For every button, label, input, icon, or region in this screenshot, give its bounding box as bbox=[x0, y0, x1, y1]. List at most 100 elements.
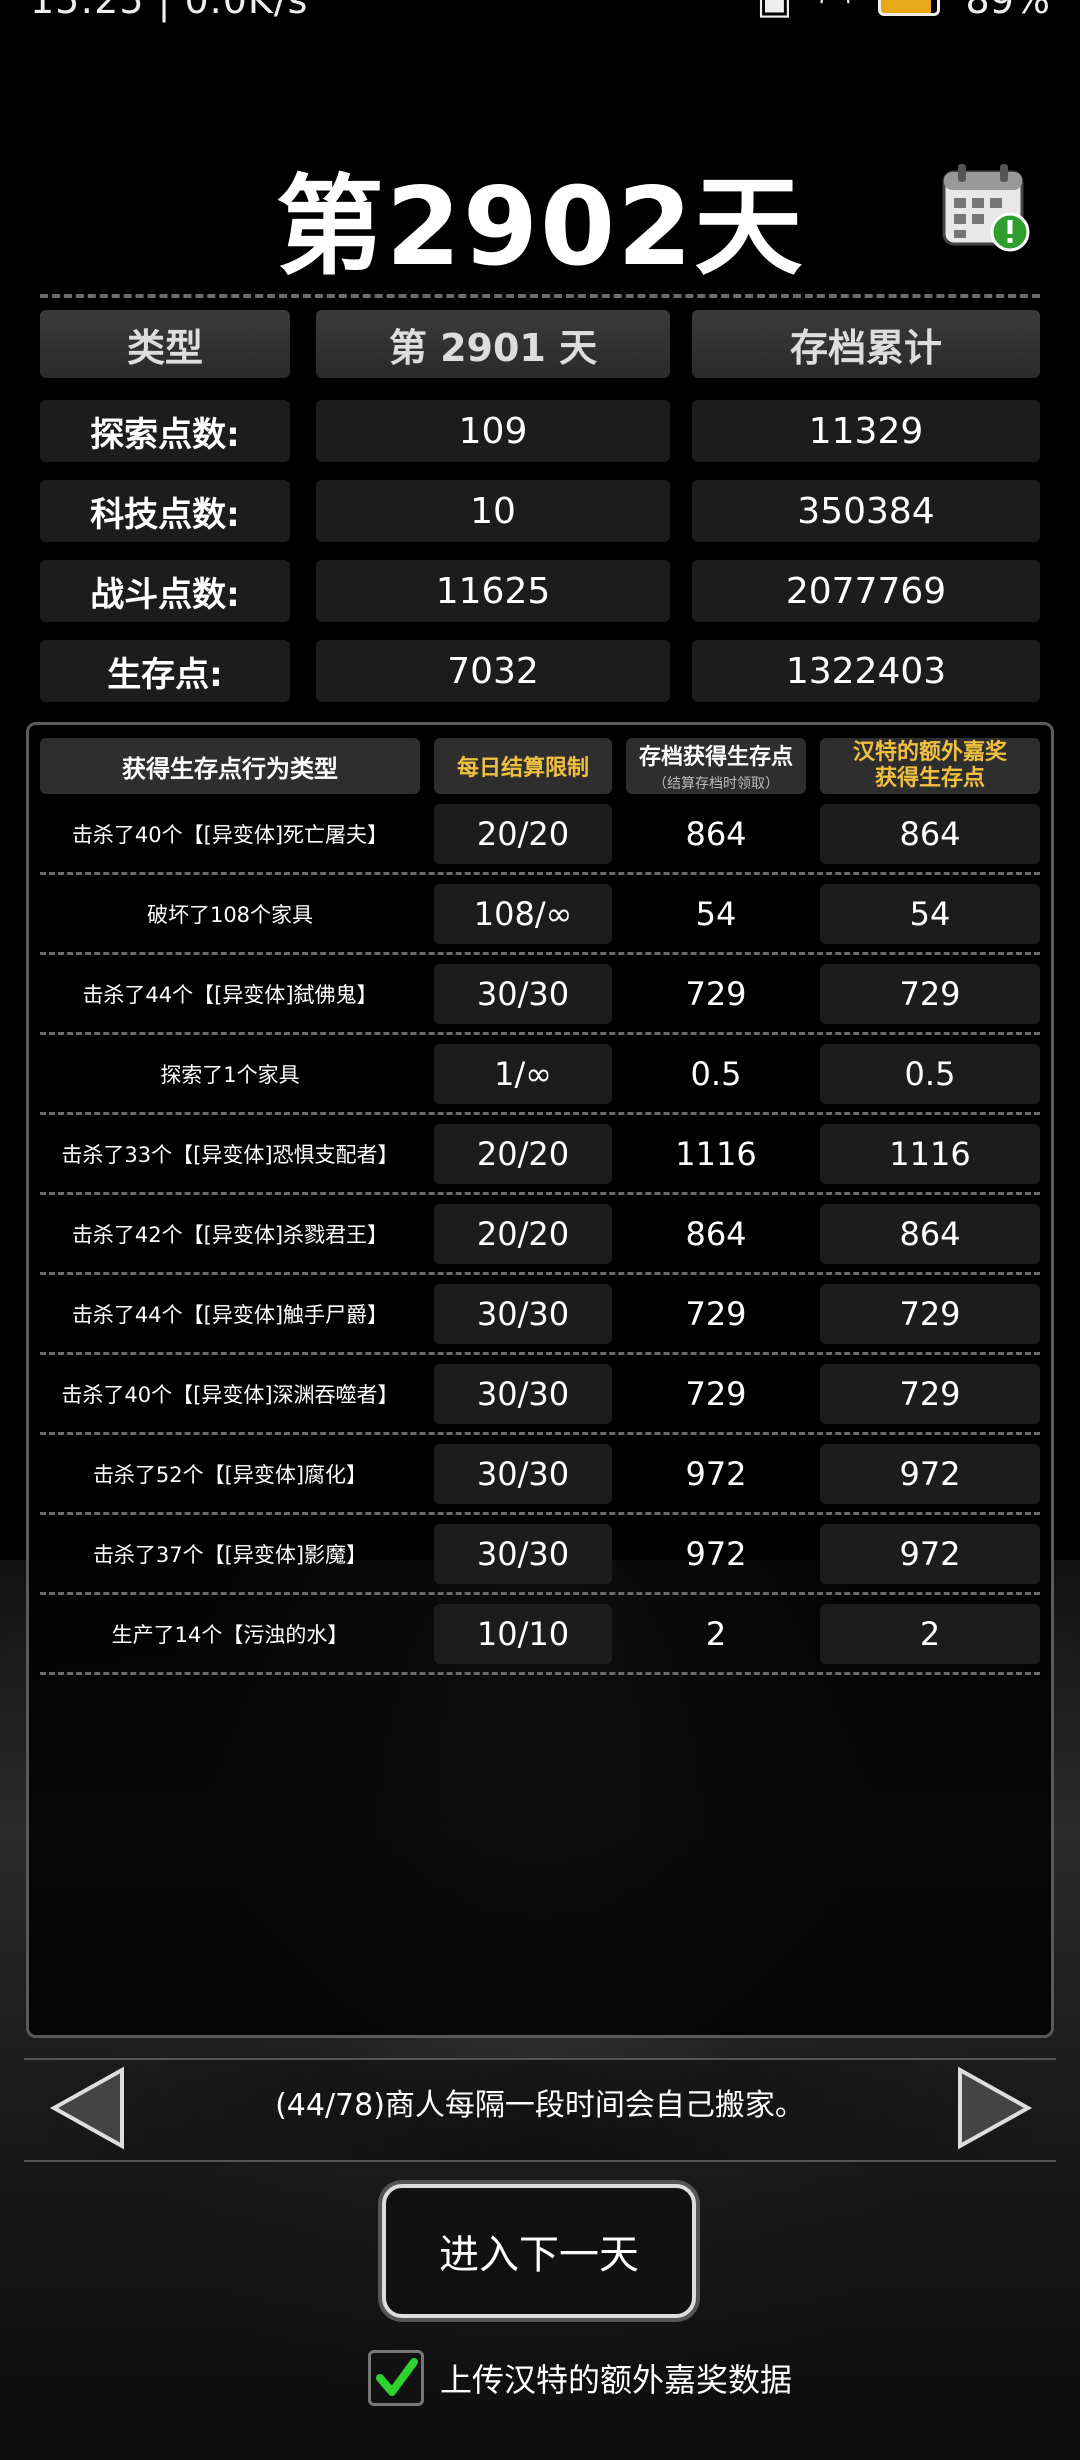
record-bonus: 0.5 bbox=[820, 1044, 1040, 1104]
row-divider bbox=[40, 952, 1040, 955]
record-action: 击杀了44个【[异变体]弑佛鬼】 bbox=[82, 983, 378, 1007]
record-bonus: 729 bbox=[820, 1364, 1040, 1424]
record-row: 击杀了44个【[异变体]弑佛鬼】 30/30 729 729 bbox=[40, 964, 1040, 1024]
record-limit: 10/10 bbox=[434, 1604, 612, 1664]
summary-total-value: 350384 bbox=[692, 480, 1040, 542]
record-row: 击杀了44个【[异变体]触手尸爵】 30/30 729 729 bbox=[40, 1284, 1040, 1344]
summary-label: 科技点数: bbox=[40, 480, 290, 542]
record-row: 破坏了108个家具 108/∞ 54 54 bbox=[40, 884, 1040, 944]
record-action: 击杀了52个【[异变体]腐化】 bbox=[92, 1463, 368, 1487]
record-action: 生产了14个【污浊的水】 bbox=[111, 1623, 349, 1647]
record-row: 击杀了52个【[异变体]腐化】 30/30 972 972 bbox=[40, 1444, 1040, 1504]
tip-text: (44/78)商人每隔一段时间会自己搬家。 bbox=[275, 2088, 805, 2123]
record-archive: 2 bbox=[705, 1615, 727, 1653]
record-action: 击杀了42个【[异变体]杀戮君王】 bbox=[71, 1223, 389, 1247]
record-archive: 972 bbox=[685, 1535, 747, 1573]
summary-total-value: 2077769 bbox=[692, 560, 1040, 622]
record-archive: 972 bbox=[685, 1455, 747, 1493]
record-archive: 729 bbox=[685, 975, 747, 1013]
record-limit: 30/30 bbox=[434, 1364, 612, 1424]
record-archive: 729 bbox=[685, 1295, 747, 1333]
row-divider bbox=[40, 1352, 1040, 1355]
records-header-archive: 存档获得生存点 （结算存档时领取） bbox=[626, 738, 806, 794]
summary-total-value: 11329 bbox=[692, 400, 1040, 462]
records-header-limit-text: 每日结算限制 bbox=[456, 756, 589, 781]
record-archive: 1116 bbox=[675, 1135, 757, 1173]
summary-header-day: 第 2901 天 bbox=[316, 310, 670, 378]
row-divider bbox=[40, 1112, 1040, 1115]
record-row: 击杀了40个【[异变体]死亡屠夫】 20/20 864 864 bbox=[40, 804, 1040, 864]
records-header-archive-note: （结算存档时领取） bbox=[653, 776, 779, 792]
divider bbox=[40, 294, 1040, 298]
summary-day-value: 109 bbox=[316, 400, 670, 462]
summary-day-value: 7032 bbox=[316, 640, 670, 702]
row-divider bbox=[40, 1592, 1040, 1595]
record-action: 击杀了37个【[异变体]影魔】 bbox=[92, 1543, 368, 1567]
records-header-archive-text: 存档获得生存点 bbox=[638, 745, 793, 770]
records-header-limit: 每日结算限制 bbox=[434, 738, 612, 794]
record-action: 探索了1个家具 bbox=[160, 1063, 300, 1087]
row-divider bbox=[40, 1672, 1040, 1675]
record-limit: 30/30 bbox=[434, 1284, 612, 1344]
summary-row: 生存点: 7032 1322403 bbox=[40, 640, 1040, 702]
upload-checkbox-row[interactable]: 上传汉特的额外嘉奖数据 bbox=[368, 2350, 792, 2406]
upload-checkbox-label: 上传汉特的额外嘉奖数据 bbox=[440, 2361, 793, 2399]
summary-day-value: 11625 bbox=[316, 560, 670, 622]
record-action: 击杀了44个【[异变体]触手尸爵】 bbox=[71, 1303, 389, 1327]
record-limit: 108/∞ bbox=[434, 884, 612, 944]
record-bonus: 972 bbox=[820, 1444, 1040, 1504]
record-bonus: 729 bbox=[820, 964, 1040, 1024]
record-limit: 1/∞ bbox=[434, 1044, 612, 1104]
summary-label: 探索点数: bbox=[40, 400, 290, 462]
status-bar: 15:25 | 0.0K/s ▣ ◠ 89% bbox=[0, 0, 1080, 30]
record-action: 破坏了108个家具 bbox=[146, 903, 314, 927]
checkmark-icon bbox=[376, 2358, 418, 2396]
record-archive: 0.5 bbox=[690, 1055, 742, 1093]
record-archive: 864 bbox=[685, 1215, 747, 1253]
status-time-speed: 15:25 | 0.0K/s bbox=[30, 0, 309, 22]
record-archive: 729 bbox=[685, 1375, 747, 1413]
records-header-action-text: 获得生存点行为类型 bbox=[122, 754, 338, 783]
records-header-action: 获得生存点行为类型 bbox=[40, 738, 420, 794]
record-bonus: 2 bbox=[820, 1604, 1040, 1664]
wifi-icon: ◠ bbox=[818, 0, 852, 22]
record-action: 击杀了40个【[异变体]死亡屠夫】 bbox=[71, 823, 389, 847]
calendar-icon[interactable] bbox=[938, 158, 1034, 254]
battery-icon bbox=[877, 0, 940, 16]
status-icons: ▣ ◠ 89% bbox=[756, 0, 1050, 22]
record-bonus: 972 bbox=[820, 1524, 1040, 1584]
record-action: 击杀了33个【[异变体]恐惧支配者】 bbox=[61, 1143, 399, 1167]
record-archive: 54 bbox=[695, 895, 737, 933]
sim-icon: ▣ bbox=[756, 0, 793, 22]
row-divider bbox=[40, 1432, 1040, 1435]
summary-row: 探索点数: 109 11329 bbox=[40, 400, 1040, 462]
records-header-bonus-line1: 汉特的额外嘉奖 bbox=[852, 740, 1007, 765]
summary-row: 战斗点数: 11625 2077769 bbox=[40, 560, 1040, 622]
summary-label: 生存点: bbox=[40, 640, 290, 702]
upload-checkbox[interactable] bbox=[368, 2350, 424, 2406]
record-limit: 20/20 bbox=[434, 1124, 612, 1184]
row-divider bbox=[40, 1192, 1040, 1195]
record-limit: 20/20 bbox=[434, 1204, 612, 1264]
next-tip-arrow-icon[interactable] bbox=[954, 2066, 1034, 2150]
records-header-bonus: 汉特的额外嘉奖 获得生存点 bbox=[820, 738, 1040, 794]
record-action: 击杀了40个【[异变体]深渊吞噬者】 bbox=[61, 1383, 399, 1407]
record-limit: 20/20 bbox=[434, 804, 612, 864]
record-bonus: 1116 bbox=[820, 1124, 1040, 1184]
day-title: 第2902天 bbox=[275, 165, 805, 290]
record-row: 生产了14个【污浊的水】 10/10 2 2 bbox=[40, 1604, 1040, 1664]
record-row: 击杀了33个【[异变体]恐惧支配者】 20/20 1116 1116 bbox=[40, 1124, 1040, 1184]
row-divider bbox=[40, 872, 1040, 875]
summary-total-value: 1322403 bbox=[692, 640, 1040, 702]
record-limit: 30/30 bbox=[434, 1444, 612, 1504]
record-limit: 30/30 bbox=[434, 964, 612, 1024]
record-row: 探索了1个家具 1/∞ 0.5 0.5 bbox=[40, 1044, 1040, 1104]
summary-day-value: 10 bbox=[316, 480, 670, 542]
summary-header-row: 类型 第 2901 天 存档累计 bbox=[40, 310, 1040, 378]
row-divider bbox=[40, 1032, 1040, 1035]
next-day-button[interactable]: 进入下一天 bbox=[382, 2184, 696, 2318]
summary-header-type: 类型 bbox=[40, 310, 290, 378]
record-bonus: 54 bbox=[820, 884, 1040, 944]
record-bonus: 864 bbox=[820, 1204, 1040, 1264]
battery-percent: 89% bbox=[965, 0, 1050, 22]
